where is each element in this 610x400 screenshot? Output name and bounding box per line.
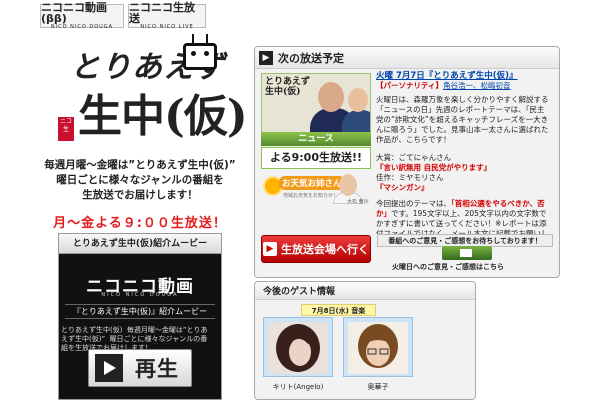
cohost-face <box>348 88 368 112</box>
go-to-broadcast-button[interactable]: ▶ 生放送会場へ行く <box>261 235 371 263</box>
winner-quote: 『言い訳無用 自民党がやります』 <box>376 163 492 172</box>
guest-date-label: 7月8日(水) 音楽 <box>301 304 376 316</box>
tv-icon <box>183 43 217 70</box>
niconico-live-logo[interactable]: ニコニコ生放送 NICO NICO LIVE <box>128 1 206 30</box>
runner-quote: 『マシンガン』 <box>376 183 429 192</box>
arrow-right-icon: ▶ <box>259 50 273 65</box>
logo-label: ニコニコ動画(ββ) <box>41 1 107 25</box>
news-label: ニュース <box>261 132 371 146</box>
logo-sub: NICO NICO DOUGA <box>50 24 114 30</box>
panel-header: ▶ 次の放送予定 <box>255 47 559 69</box>
guest-photo <box>348 322 408 374</box>
weather-sub: 地域お天気をお知らせ！ <box>283 193 338 199</box>
body-text-1: 火曜日は、森羅万象を楽しく分かりやすく解説する「ニュースの日」先週のレポートテー… <box>376 95 549 144</box>
movie-logo-sub: NICO NICO DOUGA <box>101 292 179 298</box>
program-description: 毎週月曜〜金曜は”とりあえず生中(仮)” 曜日ごとに様々なジャンルの番組を 生放… <box>42 158 238 203</box>
weather-label: お天気お姉さん <box>279 176 345 190</box>
panel-heading: 今後のゲスト情報 <box>263 287 336 297</box>
program-thumbnail[interactable]: とりあえず 生中(仮) <box>261 73 371 135</box>
role-label: 【パーソナリティ】 <box>376 81 444 90</box>
airtime-label: よる9:00生放送!! <box>261 147 371 169</box>
weather-banner[interactable]: お天気お姉さん 地域お天気をお知らせ！ 大石 亜沙 <box>261 172 369 206</box>
movie-title: とりあえず生中(仮)紹介ムービー <box>59 234 221 254</box>
description-text: 毎週月曜〜金曜は”とりあえず生中(仮)” 曜日ごとに様々なジャンルの番組を 生放… <box>44 159 236 201</box>
play-label: 再生 <box>135 357 179 381</box>
divider <box>65 304 215 305</box>
guest-name[interactable]: 奥華子 <box>343 382 413 392</box>
arrow-right-icon: ▶ <box>263 242 277 256</box>
panel-header: 今後のゲスト情報 <box>255 282 475 300</box>
guest-photo <box>268 322 328 374</box>
guest-card[interactable] <box>343 317 413 377</box>
divider <box>65 318 215 319</box>
cta-label: 生放送会場へ行く <box>281 243 369 256</box>
personality-line: 【パーソナリティ】角谷浩一、松嶋初音 <box>376 81 551 91</box>
panel-heading: 次の放送予定 <box>278 51 344 65</box>
mail-icon-button[interactable] <box>442 246 492 260</box>
broadcast-info: 火曜 7月7日『とりあえず生中(仮)』 【パーソナリティ】角谷浩一、松嶋初音 火… <box>376 71 551 249</box>
winner-prefix: 大賞：ごてにゃんさん <box>376 153 452 162</box>
weather-presenter-name: 大石 亜沙 <box>347 199 369 205</box>
guest-name[interactable]: キリト(Angelo) <box>263 382 333 392</box>
brand-title-line2: 生中(仮) <box>78 91 248 142</box>
play-icon <box>95 354 123 382</box>
opinion-link[interactable]: 火曜日へのご意見・ご感想はこちら <box>392 262 504 272</box>
niconico-douga-logo[interactable]: ニコニコ動画(ββ) NICO NICO DOUGA <box>40 1 124 30</box>
movie-caption: 『とりあえず生中(仮)』紹介ムービー <box>72 307 208 316</box>
play-button[interactable]: 再生 <box>88 349 192 387</box>
logo-label: ニコニコ生放送 <box>129 1 195 25</box>
host-face <box>318 82 344 112</box>
intro-movie-player: とりあえず生中(仮)紹介ムービー ニコニコ動画 NICO NICO DOUGA … <box>58 233 222 400</box>
brand-seal: ニコ生 <box>58 117 74 141</box>
thumb-brand: とりあえず 生中(仮) <box>265 77 311 97</box>
logo-sub: NICO NICO LIVE <box>140 24 194 30</box>
guest-card[interactable] <box>263 317 333 377</box>
body2-prefix: 今回提出のテーマは、 <box>376 199 451 208</box>
weather-presenter-face <box>339 174 357 196</box>
runner-prefix: 佳作：ミヤモリさん <box>376 173 444 182</box>
personality-names[interactable]: 角谷浩一、松嶋初音 <box>443 81 511 90</box>
broadcast-date-link[interactable]: 火曜 7月7日『とりあえず生中(仮)』 <box>376 71 551 81</box>
slogan: 月〜金よる９:００生放送！ <box>53 216 227 231</box>
